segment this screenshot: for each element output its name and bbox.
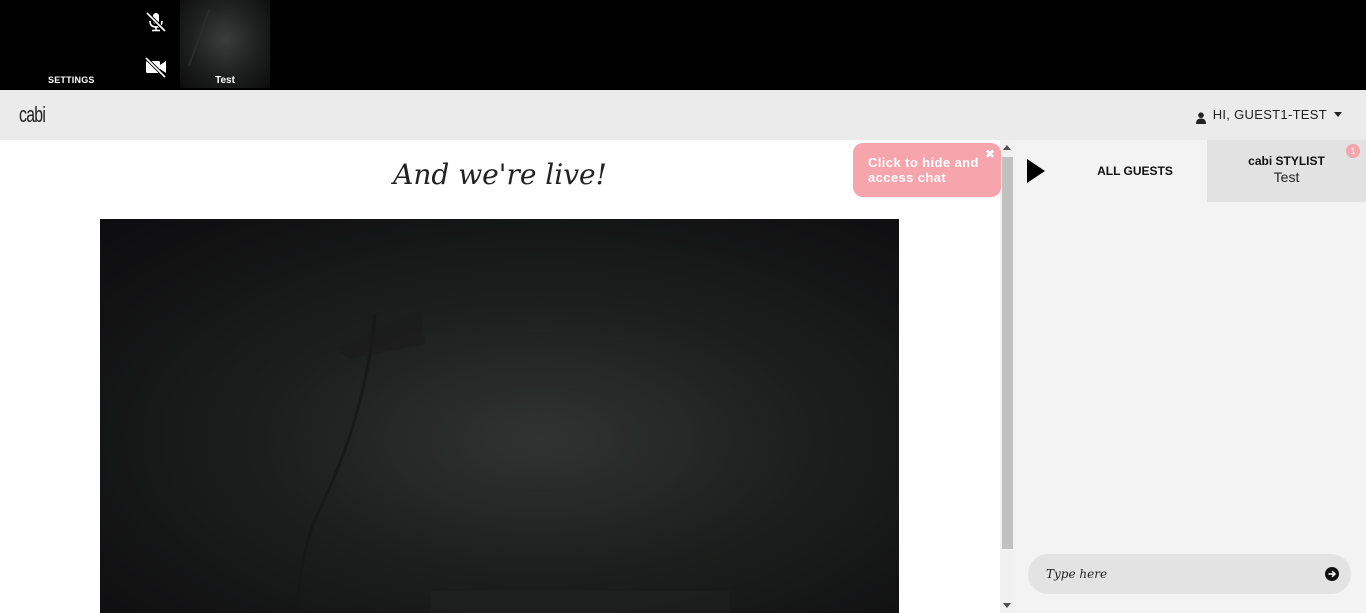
main-content: And we're live! bbox=[0, 140, 1000, 613]
hide-chat-tooltip[interactable]: Click to hide and access chat ✖ bbox=[853, 143, 1001, 197]
chevron-down-icon bbox=[1334, 112, 1342, 117]
cabi-logo[interactable]: cabi bbox=[19, 102, 46, 128]
user-greeting: HI, GUEST1-TEST bbox=[1212, 107, 1327, 122]
arrow-right-circle-icon[interactable] bbox=[1325, 567, 1339, 581]
tooltip-text: Click to hide and access chat bbox=[868, 155, 979, 185]
mic-off-icon[interactable] bbox=[143, 11, 169, 33]
unread-badge: 1 bbox=[1346, 144, 1360, 158]
close-icon[interactable]: ✖ bbox=[985, 147, 995, 161]
scroll-down-arrow-icon[interactable] bbox=[1003, 603, 1011, 608]
user-icon bbox=[1195, 109, 1206, 124]
main-scrollbar[interactable] bbox=[1000, 140, 1015, 613]
participant-name: Test bbox=[215, 75, 235, 86]
tab-all-guests[interactable]: ALL GUESTS bbox=[1063, 140, 1207, 202]
chat-message-input[interactable] bbox=[1046, 564, 1316, 584]
participant-thumbnail[interactable]: Test bbox=[180, 0, 270, 88]
tab-cabi-stylist[interactable]: cabi STYLIST Test 1 bbox=[1207, 140, 1366, 202]
scroll-up-arrow-icon[interactable] bbox=[1003, 145, 1011, 150]
thumbnail-video-image bbox=[187, 9, 211, 67]
camera-off-icon[interactable] bbox=[143, 56, 169, 79]
page-title: And we're live! bbox=[393, 158, 607, 191]
tab-stylist-name: Test bbox=[1273, 169, 1300, 185]
site-header: cabi HI, GUEST1-TEST bbox=[0, 90, 1366, 140]
play-icon[interactable] bbox=[1027, 159, 1045, 183]
chat-input-container bbox=[1028, 554, 1351, 594]
chat-panel: ALL GUESTS cabi STYLIST Test 1 bbox=[1015, 140, 1366, 613]
settings-button[interactable]: SETTINGS bbox=[48, 75, 95, 85]
scroll-thumb[interactable] bbox=[1002, 157, 1013, 549]
user-menu-dropdown[interactable]: HI, GUEST1-TEST bbox=[1195, 107, 1342, 124]
live-video-stream[interactable] bbox=[100, 219, 899, 613]
tab-stylist-label: cabi STYLIST bbox=[1248, 154, 1325, 168]
video-controls-bar: SETTINGS Test bbox=[0, 0, 1366, 90]
